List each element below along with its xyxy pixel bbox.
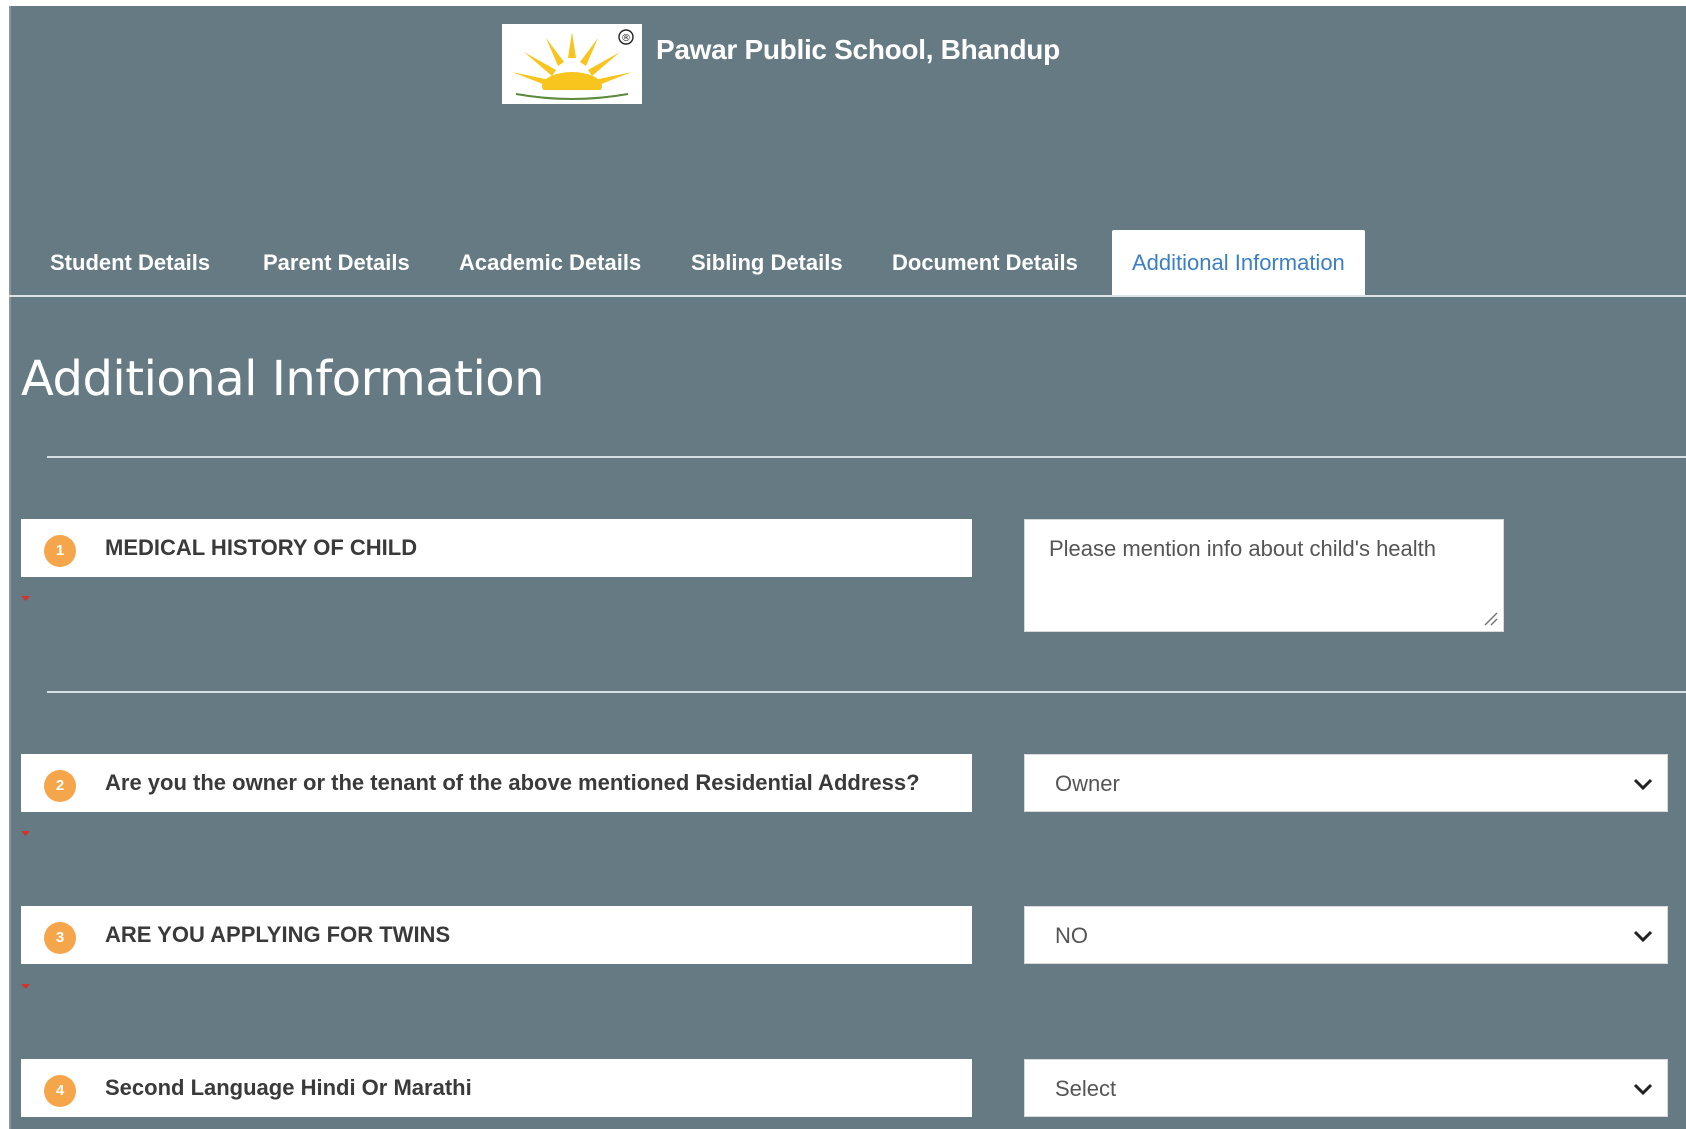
chevron-down-icon xyxy=(1633,930,1653,943)
question-second-language: 4 Second Language Hindi Or Marathi xyxy=(21,1059,972,1117)
tab-document-details[interactable]: Document Details xyxy=(892,250,1078,276)
medical-history-textarea[interactable]: Please mention info about child's health xyxy=(1024,519,1504,632)
page-title: Additional Information xyxy=(21,351,545,407)
question-label: Are you the owner or the tenant of the a… xyxy=(105,770,920,795)
chevron-down-icon xyxy=(1633,1083,1653,1096)
tab-sibling-details[interactable]: Sibling Details xyxy=(691,250,843,276)
school-name: Pawar Public School, Bhandup xyxy=(656,34,1060,65)
sun-logo-icon: ® xyxy=(512,29,634,100)
school-logo: ® xyxy=(502,24,642,104)
left-border xyxy=(9,6,11,1129)
second-language-select[interactable]: Select xyxy=(1024,1059,1668,1117)
required-marker xyxy=(21,596,30,601)
tab-student-details[interactable]: Student Details xyxy=(50,250,210,276)
resize-handle-icon[interactable] xyxy=(1481,609,1499,627)
section-divider xyxy=(47,456,1686,458)
question-number-badge: 1 xyxy=(44,535,76,567)
required-marker xyxy=(21,831,30,836)
registered-mark: ® xyxy=(621,33,631,44)
question-number-badge: 4 xyxy=(44,1075,76,1107)
chevron-down-icon xyxy=(1633,778,1653,791)
textarea-placeholder: Please mention info about child's health xyxy=(1049,536,1437,561)
section-divider xyxy=(47,691,1686,693)
required-marker xyxy=(21,984,30,989)
tab-academic-details[interactable]: Academic Details xyxy=(459,250,641,276)
tab-bar-underline xyxy=(9,295,1686,297)
select-value: NO xyxy=(1055,923,1088,948)
question-twins: 3 ARE YOU APPLYING FOR TWINS xyxy=(21,906,972,964)
admission-form-page: ® Pawar Public School, Bhandup Student D… xyxy=(9,6,1686,1129)
question-number-badge: 2 xyxy=(44,770,76,802)
question-label: Second Language Hindi Or Marathi xyxy=(105,1075,472,1100)
twins-select[interactable]: NO xyxy=(1024,906,1668,964)
owner-tenant-select[interactable]: Owner xyxy=(1024,754,1668,812)
question-medical-history: 1 MEDICAL HISTORY OF CHILD xyxy=(21,519,972,577)
question-label: MEDICAL HISTORY OF CHILD xyxy=(105,535,418,560)
tab-parent-details[interactable]: Parent Details xyxy=(263,250,410,276)
tab-additional-information[interactable]: Additional Information xyxy=(1112,230,1365,296)
select-value: Owner xyxy=(1055,771,1120,796)
question-number-badge: 3 xyxy=(44,922,76,954)
select-value: Select xyxy=(1055,1076,1117,1101)
question-label: ARE YOU APPLYING FOR TWINS xyxy=(105,922,451,947)
question-owner-tenant: 2 Are you the owner or the tenant of the… xyxy=(21,754,972,812)
